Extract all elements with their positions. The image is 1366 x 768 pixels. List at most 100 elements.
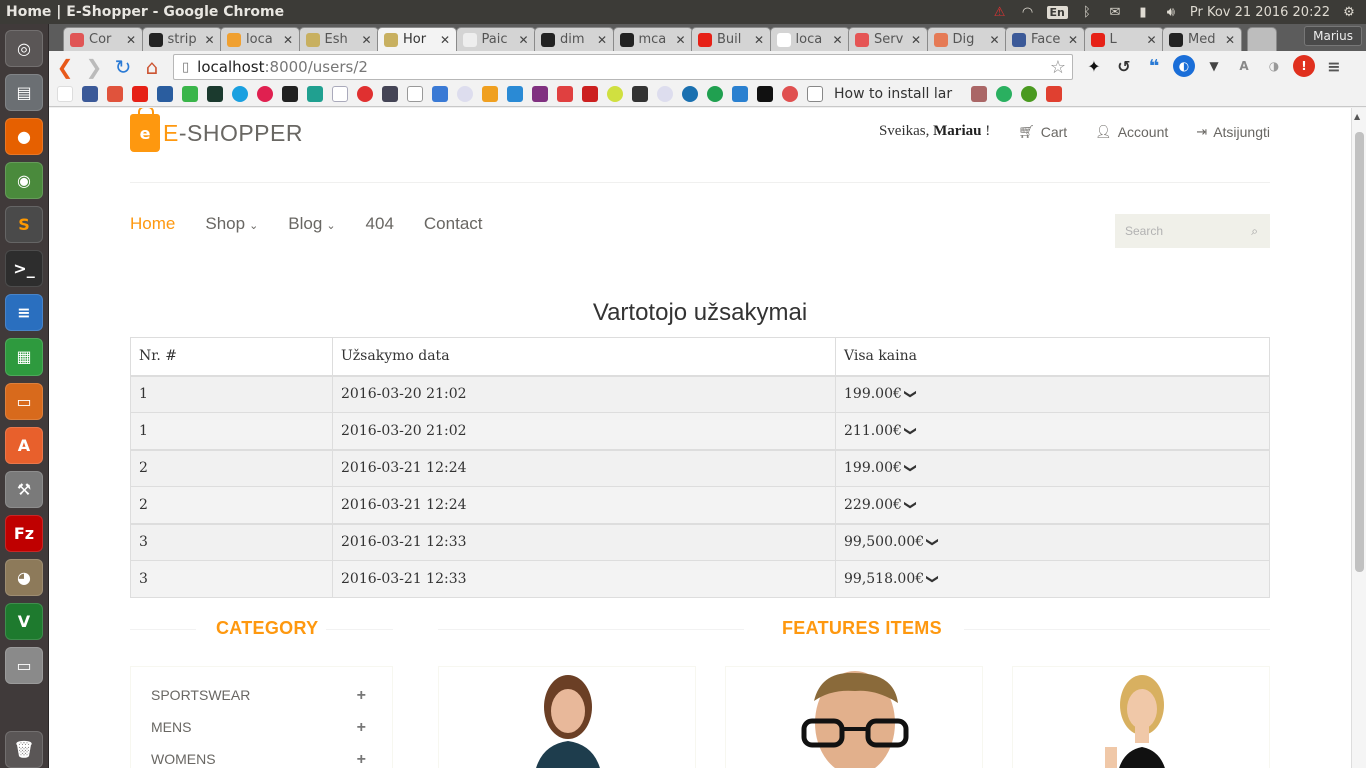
forward-icon[interactable]: ❯ [81,54,107,80]
reload-icon[interactable]: ↻ [110,54,136,80]
close-icon[interactable]: ✕ [126,33,136,47]
cart-link[interactable]: 🛒︎ Cart [1018,124,1067,140]
mail-icon[interactable]: ✉ [1106,4,1124,20]
browser-tab[interactable]: Dig ✕ [926,27,1007,51]
extension-icon[interactable]: ◐ [1173,55,1195,77]
volume-icon[interactable]: 🔊︎ [1162,4,1180,20]
table-row[interactable]: 2 2016-03-21 12:24 199.00€ ❯ [130,449,1270,487]
bookmark-icon[interactable] [1021,86,1038,102]
scrollbar-thumb[interactable] [1355,132,1364,572]
bookmark-icon[interactable] [732,86,748,102]
table-row[interactable]: 3 2016-03-21 12:33 99,500.00€ ❯ [130,523,1270,561]
bookmark-icon[interactable] [632,86,648,102]
bookmark-icon[interactable] [971,86,988,102]
drive-icon[interactable]: ▭ [5,646,43,684]
close-icon[interactable]: ✕ [518,33,528,47]
search-input[interactable]: Search ⌕ [1115,214,1270,248]
bookmark-icon[interactable] [482,86,498,102]
extension-icon[interactable]: ◑ [1263,55,1285,77]
google-bookmark-icon[interactable] [57,86,73,102]
writer-icon[interactable]: ≡ [5,294,43,332]
chrome-icon[interactable]: ◉ [5,162,43,200]
nav-shop[interactable]: Shop ⌄ [205,214,258,234]
chrome-menu-icon[interactable]: ≡ [1323,55,1345,77]
bookmark-star-icon[interactable]: ☆ [1050,57,1066,78]
chevron-down-icon[interactable]: ❯ [904,426,918,436]
browser-tab[interactable]: Paic ✕ [455,27,536,51]
scroll-up-icon[interactable]: ▲ [1354,112,1360,121]
nav-contact[interactable]: Contact [424,214,483,234]
browser-tab[interactable]: mca ✕ [612,27,693,51]
extension-icon[interactable]: ▼ [1203,55,1225,77]
chevron-down-icon[interactable]: ❯ [904,500,918,510]
bookmark-icon[interactable] [332,86,348,102]
bookmark-icon[interactable] [207,86,223,102]
impress-icon[interactable]: ▭ [5,382,43,420]
plus-icon[interactable]: + [357,719,366,737]
close-icon[interactable]: ✕ [989,33,999,47]
bookmark-icon[interactable] [507,86,523,102]
close-icon[interactable]: ✕ [204,33,214,47]
bookmark-icon[interactable] [457,86,473,102]
facebook-bookmark-icon[interactable] [82,86,98,102]
browser-tab[interactable]: Hor ✕ [377,27,457,51]
angular-extension-icon[interactable]: A [1233,55,1255,77]
close-icon[interactable]: ✕ [675,33,685,47]
product-card[interactable] [725,666,983,768]
quote-extension-icon[interactable]: ❝ [1143,55,1165,77]
home-icon[interactable]: ⌂ [139,54,165,80]
bookmark-icon[interactable] [307,86,323,102]
search-icon[interactable]: ⌕ [1251,224,1258,239]
chevron-down-icon[interactable]: ❯ [904,463,918,473]
bookmark-icon[interactable] [282,86,298,102]
close-icon[interactable]: ✕ [754,33,764,47]
page-bookmark-icon[interactable] [807,86,823,102]
close-icon[interactable]: ✕ [832,33,842,47]
bookmark-icon[interactable] [782,86,798,102]
clock[interactable]: Pr Kov 21 2016 20:22 [1190,5,1330,20]
close-icon[interactable]: ✕ [1225,33,1235,47]
browser-tab[interactable]: loca ✕ [220,27,300,51]
bookmark-icon[interactable] [607,86,623,102]
bookmark-icon[interactable] [707,86,723,102]
bookmark-icon[interactable] [432,86,448,102]
table-row[interactable]: 2 2016-03-21 12:24 229.00€ ❯ [130,486,1270,524]
dash-home-icon[interactable]: ◎ [5,30,43,68]
bookmark-icon[interactable] [1046,86,1063,102]
extension-icon[interactable]: ! [1293,55,1315,77]
chevron-down-icon[interactable]: ❯ [904,389,918,399]
close-icon[interactable]: ✕ [440,33,450,47]
firefox-icon[interactable]: ● [5,118,43,156]
bookmark-icon[interactable] [157,86,173,102]
close-icon[interactable]: ✕ [1146,33,1156,47]
product-card[interactable] [438,666,696,768]
browser-tab[interactable]: loca ✕ [769,27,850,51]
table-row[interactable]: 1 2016-03-20 21:02 211.00€ ❯ [130,412,1270,450]
browser-tab[interactable]: Buil ✕ [691,27,771,51]
bookmark-icon[interactable] [657,86,673,102]
browser-tab[interactable]: strip ✕ [141,27,222,51]
bookmark-icon[interactable] [682,86,698,102]
nav-blog[interactable]: Blog ⌄ [288,214,335,234]
browser-tab[interactable]: Face ✕ [1005,27,1085,51]
page-scrollbar[interactable]: ▲ [1351,108,1366,768]
browser-tab[interactable]: Med ✕ [1162,27,1242,51]
close-icon[interactable]: ✕ [597,33,607,47]
system-settings-icon[interactable]: ⚒ [5,470,43,508]
plus-icon[interactable]: + [357,687,366,705]
calc-icon[interactable]: ▦ [5,338,43,376]
trash-icon[interactable]: 🗑︎ [5,730,43,768]
browser-tab[interactable]: Cor ✕ [63,27,143,51]
close-icon[interactable]: ✕ [283,33,293,47]
category-item-womens[interactable]: WOMENS + [151,751,366,768]
profile-button[interactable]: Marius [1304,26,1362,46]
vim-icon[interactable]: V [5,602,43,640]
files-icon[interactable]: ▤ [5,74,43,112]
youtube-bookmark-icon[interactable] [132,86,148,102]
bookmark-icon[interactable] [232,86,248,102]
gimp-icon[interactable]: ◕ [5,558,43,596]
bookmark-icon[interactable] [182,86,198,102]
close-icon[interactable]: ✕ [361,33,371,47]
browser-tab[interactable]: L ✕ [1083,27,1164,51]
bookmark-icon[interactable] [257,86,273,102]
